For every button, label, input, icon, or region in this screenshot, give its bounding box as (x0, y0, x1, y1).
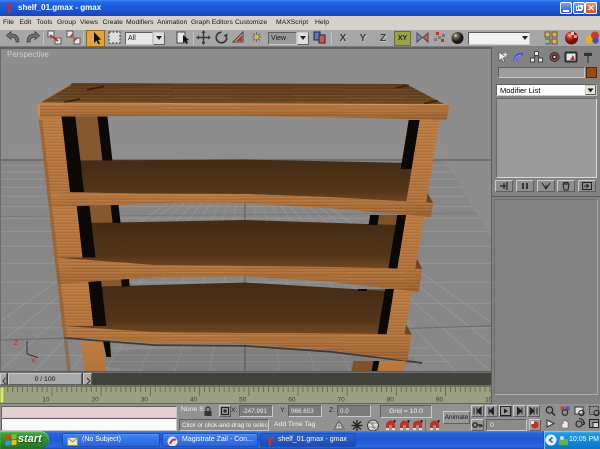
svg-text:60: 60 (288, 397, 296, 404)
svg-text:70: 70 (338, 397, 346, 404)
svg-text:40: 40 (190, 397, 198, 404)
svg-text:50: 50 (239, 397, 247, 404)
svg-text:30: 30 (141, 397, 149, 404)
svg-text:90: 90 (436, 397, 444, 404)
svg-text:X: X (31, 358, 36, 365)
svg-text:80: 80 (387, 397, 395, 404)
svg-text:10: 10 (42, 397, 50, 404)
svg-text:20: 20 (92, 397, 100, 404)
svg-text:100: 100 (485, 397, 491, 404)
svg-text:Z: Z (14, 340, 19, 347)
